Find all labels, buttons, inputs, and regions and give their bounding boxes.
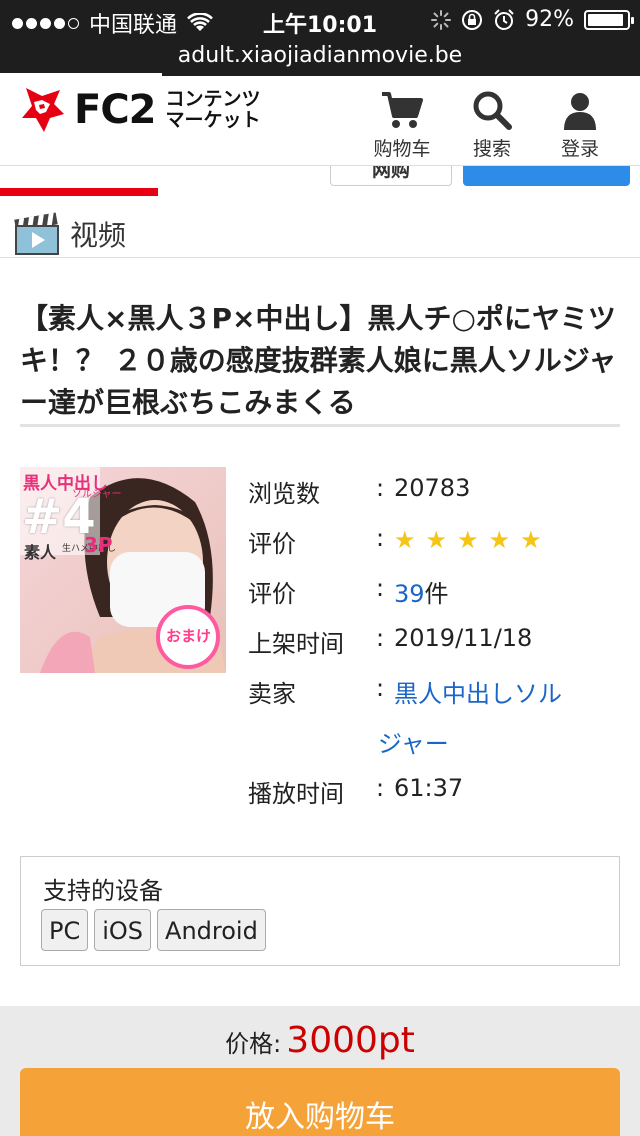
star-icon: ★ bbox=[520, 526, 542, 554]
price: 价格: 3000pt bbox=[0, 1020, 640, 1061]
thumbnail-badge-text: おまけ bbox=[166, 627, 212, 645]
star-icon: ★ bbox=[457, 526, 479, 554]
logo-sub-line2: マーケット bbox=[165, 109, 261, 131]
duration-label: 播放时间 bbox=[248, 780, 344, 808]
star-icon: ★ bbox=[425, 526, 448, 554]
user-icon bbox=[564, 93, 596, 130]
logo-text: FC2 bbox=[74, 87, 157, 133]
date-value: 2019/11/18 bbox=[394, 624, 533, 652]
add-to-cart-label: 放入购物车 bbox=[245, 1100, 395, 1135]
logo-sub-line1: コンテンツ bbox=[165, 88, 261, 110]
add-to-cart-button[interactable]: 放入购物车 bbox=[20, 1068, 620, 1136]
active-tab-indicator bbox=[0, 188, 158, 196]
supported-devices: 支持的设备 PC iOS Android bbox=[20, 856, 620, 966]
duration-value: 61:37 bbox=[394, 774, 464, 802]
address-bar[interactable]: adult.xiaojiadianmovie.be bbox=[0, 40, 640, 76]
cart-icon bbox=[382, 92, 423, 128]
product-title: 【素人×黒人３P×中出し】黒人チ○ポにヤミツキ！？ ２０歳の感度抜群素人娘に黒人… bbox=[20, 302, 617, 419]
device-chip-ios: iOS bbox=[94, 909, 152, 951]
seller-label: 卖家 bbox=[248, 680, 296, 708]
orientation-lock-icon bbox=[462, 9, 483, 30]
star-icon: ★ bbox=[394, 526, 416, 554]
reviews-unit: 件 bbox=[424, 580, 449, 608]
online-purchase-button[interactable]: 网购 bbox=[330, 166, 452, 186]
reviews-label: 评价 bbox=[248, 580, 296, 608]
online-purchase-label: 网购 bbox=[371, 166, 410, 181]
battery-level bbox=[588, 13, 623, 26]
devices-title: 支持的设备 bbox=[43, 877, 163, 905]
buy-now-button[interactable] bbox=[463, 166, 630, 186]
category-label: 视频 bbox=[70, 219, 127, 252]
product-thumbnail[interactable]: 黒人中出し ソルジャー #4 素人 生ハメ中出し 3P おまけ bbox=[20, 467, 226, 673]
reviews-count-link[interactable]: 39 bbox=[394, 580, 425, 608]
video-icon bbox=[14, 212, 59, 255]
activity-icon bbox=[431, 9, 452, 30]
fox-logo-icon bbox=[22, 88, 64, 132]
price-value: 3000pt bbox=[286, 1020, 415, 1061]
divider bbox=[20, 424, 620, 427]
login-label: 登录 bbox=[560, 138, 599, 160]
star-icon: ★ bbox=[488, 526, 511, 554]
search-icon bbox=[473, 91, 512, 130]
device-chip-android: Android bbox=[157, 909, 266, 951]
seller-link[interactable]: 黒人中出しソル bbox=[394, 674, 562, 709]
login-button[interactable]: 登录 bbox=[540, 90, 620, 161]
alarm-icon bbox=[494, 8, 514, 30]
search-label: 搜索 bbox=[472, 138, 511, 160]
search-button[interactable]: 搜索 bbox=[452, 90, 532, 161]
fc2-logo[interactable]: FC2 コンテンツ マーケット bbox=[20, 84, 261, 136]
purchase-area: 价格: 3000pt 放入购物车 bbox=[0, 1006, 640, 1136]
views-value: 20783 bbox=[394, 474, 471, 502]
battery-icon bbox=[584, 9, 634, 30]
seller-link-line2[interactable]: ジャー bbox=[378, 724, 449, 759]
thumbnail-3p-text: 3P bbox=[84, 533, 113, 557]
price-label: 价格: bbox=[225, 1030, 282, 1058]
date-label: 上架时间 bbox=[248, 630, 344, 658]
status-bar: 中国联通 上午10:01 92% bbox=[0, 0, 640, 40]
category-header: 视频 bbox=[0, 196, 640, 258]
site-header: FC2 コンテンツ マーケット 购物车 搜索 登录 bbox=[0, 76, 640, 166]
battery-percent: 92% bbox=[525, 7, 574, 32]
url-text: adult.xiaojiadianmovie.be bbox=[177, 43, 463, 68]
cart-button[interactable]: 购物车 bbox=[362, 90, 442, 161]
rating-stars: ★ ★ ★ ★ ★ bbox=[394, 526, 552, 554]
cart-label: 购物车 bbox=[373, 138, 431, 160]
device-chip-pc: PC bbox=[41, 909, 89, 951]
thumbnail-tag-text: 素人 bbox=[24, 543, 57, 562]
views-label: 浏览数 bbox=[248, 480, 320, 508]
rating-label: 评价 bbox=[248, 530, 296, 558]
